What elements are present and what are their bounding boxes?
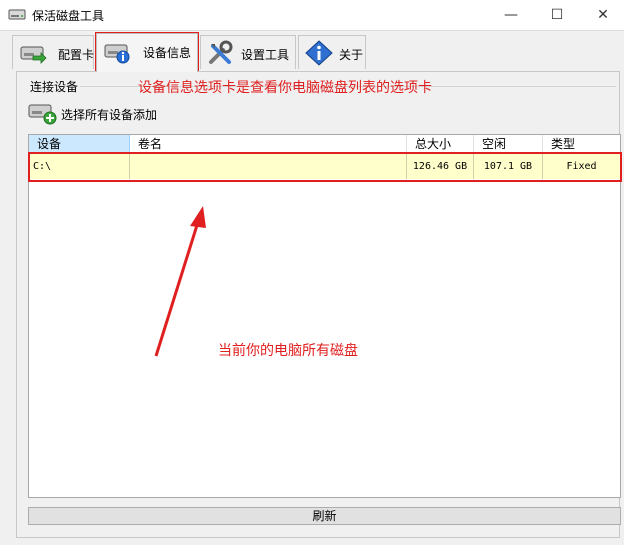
volume-cell [130, 154, 407, 179]
tab-label: 关于 [339, 48, 364, 62]
refresh-button[interactable]: 刷新 [28, 507, 621, 525]
title-bar: 保活磁盘工具 — ☐ ✕ [0, 0, 624, 31]
column-header-total[interactable]: 总大小 [407, 135, 474, 153]
drive-add-icon [28, 104, 57, 125]
add-all-devices-button[interactable]: 选择所有设备添加 [28, 101, 178, 125]
tab-label: 配置卡 [58, 48, 95, 62]
tab-about[interactable]: 关于 [298, 35, 366, 69]
free-space-cell: 107.1 GB [474, 154, 543, 179]
info-diamond-icon [305, 40, 333, 66]
drive-app-icon [8, 9, 26, 20]
column-header-type[interactable]: 类型 [543, 135, 620, 153]
maximize-button[interactable]: ☐ [534, 0, 580, 30]
drive-arrow-icon [20, 46, 47, 64]
tab-strip: 配置卡 设备信息 设置工具 关于 [12, 33, 624, 72]
column-header-volume[interactable]: 卷名 [130, 135, 407, 153]
disk-annotation: 当前你的电脑所有磁盘 [218, 343, 358, 359]
tab-config-card[interactable]: 配置卡 [12, 35, 94, 69]
close-button[interactable]: ✕ [580, 0, 624, 30]
tab-settings-tools[interactable]: 设置工具 [200, 35, 296, 69]
group-caption: 连接设备 [28, 78, 81, 95]
table-row[interactable]: C:\ 126.46 GB 107.1 GB Fixed [29, 154, 620, 179]
device-cell: C:\ [29, 154, 130, 179]
tab-annotation: 设备信息选项卡是查看你电脑磁盘列表的选项卡 [138, 80, 432, 96]
window-title: 保活磁盘工具 [32, 9, 105, 23]
column-header-device[interactable]: 设备 [29, 135, 130, 153]
add-all-devices-label: 选择所有设备添加 [61, 108, 158, 122]
minimize-button[interactable]: — [488, 0, 534, 30]
tab-device-info[interactable]: 设备信息 [96, 33, 198, 72]
device-list[interactable]: 设备 卷名 总大小 空闲 类型 C:\ 126.46 GB 107.1 GB F… [28, 134, 621, 498]
drive-info-icon [104, 44, 130, 64]
total-size-cell: 126.46 GB [407, 154, 474, 179]
tab-label: 设备信息 [143, 46, 192, 60]
type-cell: Fixed [566, 161, 597, 172]
tab-label: 设置工具 [241, 48, 290, 62]
tools-icon [209, 40, 233, 64]
list-header: 设备 卷名 总大小 空闲 类型 [29, 135, 620, 154]
column-header-free[interactable]: 空闲 [474, 135, 543, 153]
